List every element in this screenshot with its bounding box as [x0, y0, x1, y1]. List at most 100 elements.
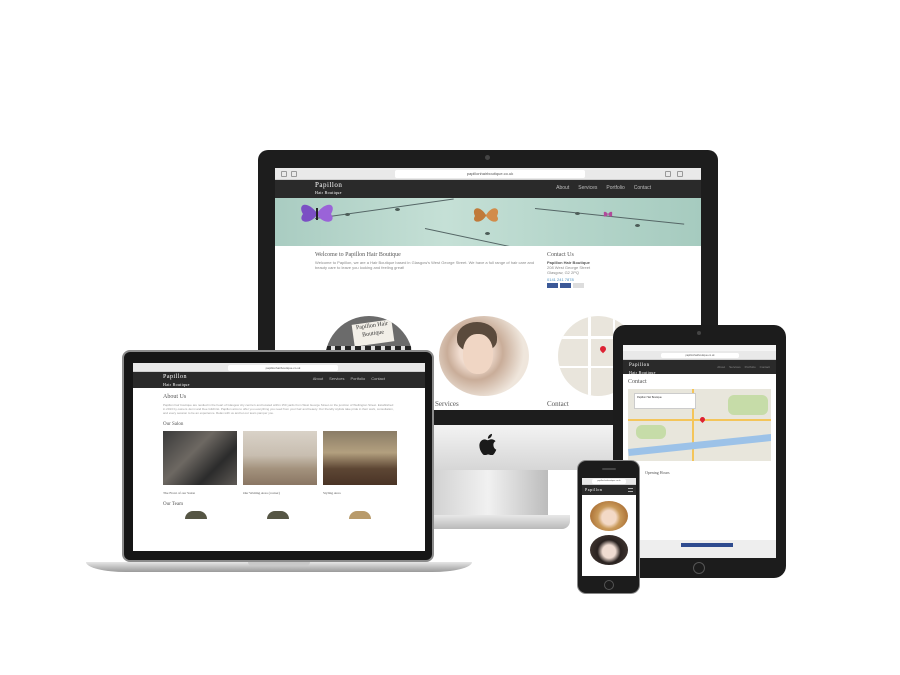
site-navbar: Papillon Hair Boutique About Services Po…	[623, 360, 776, 376]
small-butterfly-icon	[603, 211, 613, 217]
facebook-like-icon[interactable]	[547, 283, 558, 288]
welcome-section: Welcome to Papillon Hair Boutique Welcom…	[315, 252, 540, 270]
face	[463, 334, 493, 374]
phone-screen: papillonhairboutique.co.uk Papillon	[582, 478, 636, 576]
laptop-notch	[248, 562, 310, 566]
site-navbar: Papillon	[582, 485, 636, 495]
new-tab-icon[interactable]	[677, 171, 683, 177]
brand-subtitle: Hair Boutique	[315, 190, 342, 195]
speaker	[602, 468, 616, 470]
camera	[697, 331, 701, 335]
address-bar[interactable]: papillonhairboutique.co.uk	[395, 170, 585, 178]
facebook-share-icon[interactable]	[560, 283, 571, 288]
model-circle[interactable]	[439, 316, 529, 396]
avatar[interactable]	[185, 511, 207, 519]
leaf	[395, 208, 400, 211]
opening-hours: Opening Hours	[645, 470, 771, 476]
nav-portfolio[interactable]: Portfolio	[606, 185, 624, 191]
gallery-item[interactable]: Our Waiting Area (corner)	[243, 431, 317, 495]
avatar[interactable]	[267, 511, 289, 519]
about-page: About Us Papillon hair boutique are nest…	[133, 388, 425, 525]
site-logo[interactable]: Papillon Hair Boutique	[629, 362, 656, 376]
photo-caption: The Front of our Salon	[163, 491, 196, 495]
site-logo[interactable]: Papillon	[585, 486, 602, 493]
address-bar[interactable]: papillonhairboutique.co.uk	[228, 365, 338, 371]
social-buttons	[547, 283, 627, 288]
map-infobox[interactable]: Papillon Hair Boutique	[634, 393, 696, 409]
nav-services[interactable]: Services	[578, 185, 597, 191]
nav-portfolio[interactable]: Portfolio	[351, 376, 366, 381]
google-map[interactable]: Papillon Hair Boutique	[628, 389, 771, 461]
macbook-laptop: papillonhairboutique.co.uk Papillon Hair…	[122, 350, 434, 562]
contact-section: Contact Us Papillon Hair Boutique 208 We…	[547, 252, 627, 288]
team-title: Our Team	[163, 502, 183, 507]
home-button[interactable]	[604, 580, 614, 590]
road	[588, 316, 591, 396]
imac-stand-foot	[410, 515, 570, 529]
butterfly-banner	[275, 198, 701, 246]
contact-heading: Contact	[547, 400, 569, 408]
about-title: About Us	[163, 394, 187, 400]
photo-caption: Styling Area	[323, 491, 341, 495]
contact-title: Contact Us	[547, 252, 574, 258]
address-bar[interactable]: papillonhairboutique.co.uk	[661, 353, 739, 358]
browser-toolbar: papillonhairboutique.co.uk	[623, 351, 776, 360]
share-icon[interactable]	[665, 171, 671, 177]
portfolio-photo[interactable]	[590, 501, 628, 531]
nav-contact[interactable]: Contact	[371, 376, 385, 381]
facebook-like-icon[interactable]	[681, 543, 733, 547]
contact-phone[interactable]: 0141 241 7878	[547, 277, 627, 282]
gallery-item[interactable]: Styling Area	[323, 431, 397, 495]
site-logo[interactable]: Papillon Hair Boutique	[315, 182, 342, 196]
salon-front-photo	[163, 431, 237, 485]
page-footer	[623, 540, 776, 558]
opening-hours-title: Opening Hours	[645, 470, 670, 475]
orange-butterfly-icon	[473, 208, 499, 222]
map-pin-icon[interactable]	[698, 415, 707, 424]
home-button[interactable]	[693, 562, 705, 574]
portfolio-photo[interactable]	[590, 535, 628, 565]
browser-toolbar: papillonhairboutique.co.uk	[582, 478, 636, 485]
nav-about[interactable]: About	[717, 365, 725, 369]
nav-contact[interactable]: Contact	[760, 365, 770, 369]
nav-contact[interactable]: Contact	[634, 185, 651, 191]
apple-logo-icon	[479, 433, 497, 455]
laptop-base	[86, 562, 472, 572]
branch	[424, 228, 582, 246]
brand-subtitle: Hair Boutique	[629, 370, 656, 375]
brand-subtitle: Hair Boutique	[163, 382, 190, 387]
device-mockup-stage: papillonhairboutique.co.uk Papillon Hair…	[0, 0, 900, 675]
avatar[interactable]	[349, 511, 371, 519]
nav-services[interactable]: Services	[329, 376, 344, 381]
nav-portfolio[interactable]: Portfolio	[745, 365, 756, 369]
contact-address-line2: Glasgow, G2 2PQ	[547, 270, 580, 275]
tweet-button[interactable]	[573, 283, 584, 288]
welcome-title: Welcome to Papillon Hair Boutique	[315, 252, 401, 258]
purple-butterfly-icon	[301, 204, 333, 222]
brand-name: Papillon	[315, 181, 343, 189]
laptop-screen: papillonhairboutique.co.uk Papillon Hair…	[133, 363, 425, 551]
nav-about[interactable]: About	[556, 185, 569, 191]
leaf	[485, 232, 490, 235]
tabs-icon[interactable]	[291, 171, 297, 177]
salon-title: Our Salon	[163, 422, 184, 427]
gallery-item[interactable]: The Front of our Salon	[163, 431, 237, 495]
camera	[485, 155, 490, 160]
address-bar[interactable]: papillonhairboutique.co.uk	[592, 479, 626, 484]
menu-icon[interactable]	[628, 488, 633, 492]
iphone-mobile: papillonhairboutique.co.uk Papillon	[577, 460, 640, 594]
back-icon[interactable]	[281, 171, 287, 177]
salon-gallery: The Front of our Salon Our Waiting Area …	[163, 431, 397, 495]
welcome-text: Welcome to Papillon, we are a Hair Bouti…	[315, 260, 535, 270]
imac-stand	[428, 470, 548, 520]
map-place-name: Papillon Hair Boutique	[637, 396, 662, 399]
site-navbar: Papillon Hair Boutique About Services Po…	[133, 372, 425, 388]
browser-toolbar: papillonhairboutique.co.uk	[133, 363, 425, 372]
browser-toolbar: papillonhairboutique.co.uk	[275, 168, 701, 180]
nav-about[interactable]: About	[313, 376, 323, 381]
about-text: Papillon hair boutique are nestled in th…	[163, 403, 394, 415]
site-logo[interactable]: Papillon Hair Boutique	[163, 374, 190, 388]
photo-caption: Our Waiting Area (corner)	[243, 491, 280, 495]
styling-area-photo	[323, 431, 397, 485]
nav-services[interactable]: Services	[729, 365, 741, 369]
